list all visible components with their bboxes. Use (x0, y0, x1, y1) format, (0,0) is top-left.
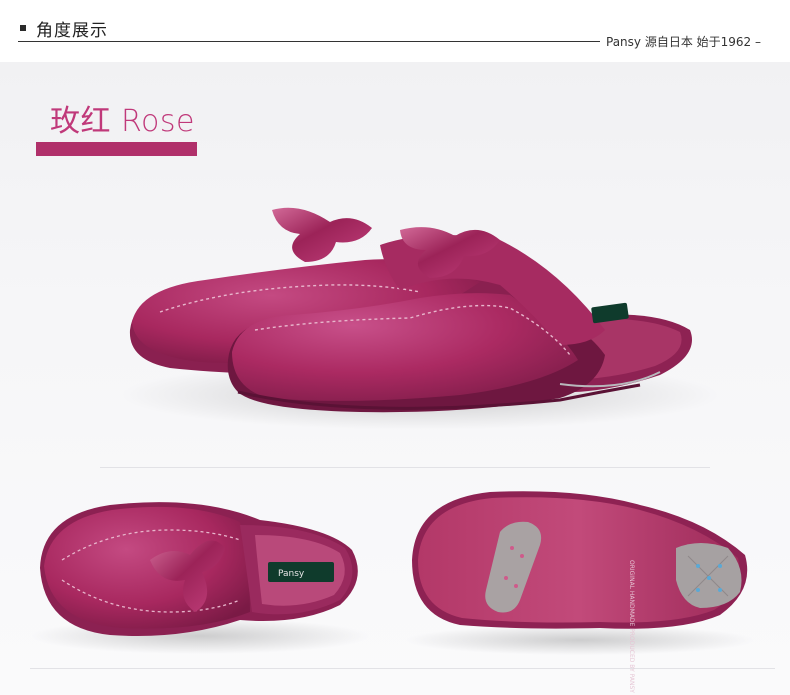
pair-angle-view (120, 207, 720, 430)
insole-brand-label: Pansy (278, 569, 305, 579)
sole-imprint: ORIGINAL HANDMADE PRODUCED BY PANSY (628, 560, 635, 693)
product-photos: Pansy ORIGINAL HANDMADE PRODUCED BY PANS… (30, 207, 755, 693)
top-view: Pansy (30, 502, 370, 654)
sole-view: ORIGINAL HANDMADE PRODUCED BY PANSY (405, 491, 755, 693)
